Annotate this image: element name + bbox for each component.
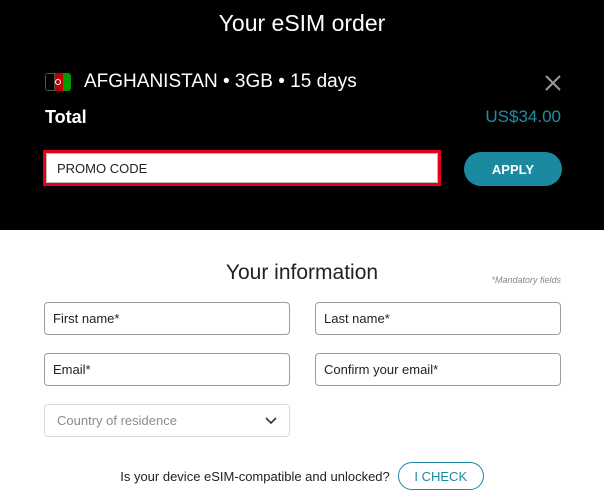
order-title: Your eSIM order <box>218 10 386 36</box>
promo-code-field-wrapper <box>43 150 441 186</box>
country-of-residence-select[interactable]: Country of residence <box>44 404 290 437</box>
i-check-button[interactable]: I CHECK <box>397 462 484 490</box>
total-label: Total <box>45 107 87 127</box>
compatibility-check-row: Is your device eSIM-compatible and unloc… <box>0 462 604 490</box>
flag-band-green <box>63 73 71 91</box>
last-name-field[interactable] <box>315 302 561 335</box>
promo-code-input[interactable] <box>46 153 438 183</box>
chevron-down-icon <box>265 416 277 424</box>
email-field[interactable] <box>44 353 290 386</box>
order-summary-panel: Your eSIM order AFGHANISTAN • 3GB • 15 d… <box>0 0 604 230</box>
total-price: US$34.00 <box>485 107 561 126</box>
mandatory-fields-note: *Mandatory fields <box>491 275 561 285</box>
country-select-placeholder: Country of residence <box>57 413 177 428</box>
flag-emblem <box>55 79 61 85</box>
close-icon[interactable] <box>542 72 564 94</box>
flag-band-black <box>45 73 55 91</box>
first-name-field[interactable] <box>44 302 290 335</box>
compatibility-question: Is your device eSIM-compatible and unloc… <box>120 468 390 484</box>
confirm-email-field[interactable] <box>315 353 561 386</box>
afghanistan-flag-icon <box>45 73 71 91</box>
product-description: AFGHANISTAN • 3GB • 15 days <box>84 71 357 92</box>
apply-button[interactable]: APPLY <box>464 152 562 186</box>
